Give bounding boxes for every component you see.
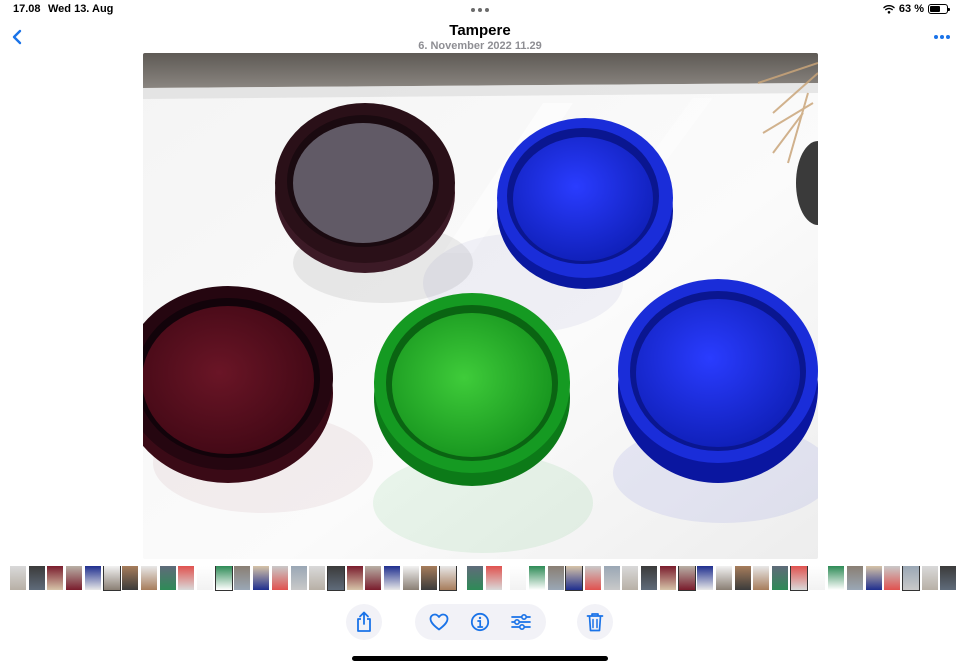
info-icon: [470, 612, 490, 632]
thumbnail[interactable]: [384, 566, 400, 590]
status-bar: 17.08 Wed 13. Aug 63 %: [0, 0, 960, 20]
thumbnail[interactable]: [547, 566, 564, 590]
thumbnail[interactable]: [846, 566, 863, 590]
wifi-icon: [883, 5, 895, 14]
status-indicators: 63 %: [883, 3, 950, 15]
thumbnail[interactable]: [421, 566, 438, 590]
heart-icon: [429, 613, 449, 631]
trash-icon: [586, 613, 604, 632]
thumbnail[interactable]: [940, 566, 957, 590]
thumbnail[interactable]: [66, 566, 83, 590]
thumbnail[interactable]: [485, 566, 502, 590]
thumbnail[interactable]: [809, 566, 826, 590]
thumbnail[interactable]: [290, 566, 307, 590]
status-date: Wed 13. Aug: [48, 3, 114, 15]
thumbnail[interactable]: [884, 566, 901, 590]
thumbnail[interactable]: [402, 566, 419, 590]
thumbnail[interactable]: [715, 566, 732, 590]
thumbnail[interactable]: [789, 566, 808, 591]
share-button[interactable]: [346, 604, 382, 640]
thumbnail[interactable]: [585, 566, 601, 590]
chevron-left-icon: [12, 29, 22, 45]
battery-icon: [928, 4, 950, 14]
thumbnail[interactable]: [234, 566, 251, 590]
thumbnail[interactable]: [603, 566, 620, 590]
favorite-button[interactable]: [421, 604, 457, 640]
thumbnail[interactable]: [772, 566, 788, 590]
thumbnail[interactable]: [677, 566, 696, 591]
photo-date-subtitle: 6. November 2022 11.29: [418, 40, 542, 52]
photo-actions-group: [415, 604, 546, 640]
photo-header: Tampere 6. November 2022 11.29: [0, 20, 960, 54]
thumbnail[interactable]: [828, 566, 845, 590]
thumbnail[interactable]: [865, 566, 882, 590]
thumbnail[interactable]: [271, 566, 288, 590]
thumbnail[interactable]: [178, 566, 195, 590]
thumbnail[interactable]: [10, 566, 26, 590]
thumbnail[interactable]: [528, 566, 545, 590]
thumbnail[interactable]: [102, 566, 121, 591]
thumbnail[interactable]: [565, 566, 584, 591]
thumbnail[interactable]: [84, 566, 101, 590]
thumbnail[interactable]: [734, 566, 751, 590]
thumbnail[interactable]: [365, 566, 382, 590]
multitasking-dots-icon[interactable]: [471, 8, 489, 12]
thumbnail[interactable]: [214, 566, 233, 591]
thumbnail[interactable]: [28, 566, 45, 590]
battery-percentage: 63 %: [898, 3, 924, 15]
battery-level-fill: [930, 6, 940, 12]
status-time: 17.08: [13, 3, 41, 15]
thumbnail[interactable]: [309, 566, 326, 590]
thumbnail[interactable]: [140, 566, 157, 590]
thumbnail[interactable]: [197, 566, 213, 590]
delete-button[interactable]: [577, 604, 613, 640]
thumbnail[interactable]: [659, 566, 676, 590]
thumbnail[interactable]: [921, 566, 938, 590]
thumbnail[interactable]: [326, 566, 345, 591]
thumbnail[interactable]: [753, 566, 770, 590]
thumbnail[interactable]: [253, 566, 270, 590]
adjust-button[interactable]: [503, 604, 539, 640]
thumbnail-strip[interactable]: [0, 566, 960, 591]
thumbnail[interactable]: [697, 566, 714, 590]
thumbnail[interactable]: [346, 566, 363, 590]
photo-location-title: Tampere: [449, 22, 511, 39]
main-photo[interactable]: [143, 53, 818, 559]
thumbnail[interactable]: [159, 566, 176, 590]
share-icon: [357, 611, 371, 632]
info-button[interactable]: [462, 604, 498, 640]
thumbnail[interactable]: [439, 566, 458, 591]
thumbnail[interactable]: [47, 566, 64, 590]
thumbnail[interactable]: [466, 566, 483, 590]
thumbnail[interactable]: [901, 566, 920, 591]
sliders-icon: [511, 613, 531, 631]
home-indicator[interactable]: [352, 656, 608, 661]
thumbnail[interactable]: [622, 566, 639, 590]
thumbnail[interactable]: [122, 566, 139, 590]
ellipsis-icon: [934, 35, 950, 39]
more-button[interactable]: [928, 27, 956, 47]
back-button[interactable]: [6, 26, 28, 48]
thumbnail[interactable]: [641, 566, 658, 590]
thumbnail[interactable]: [510, 566, 527, 590]
